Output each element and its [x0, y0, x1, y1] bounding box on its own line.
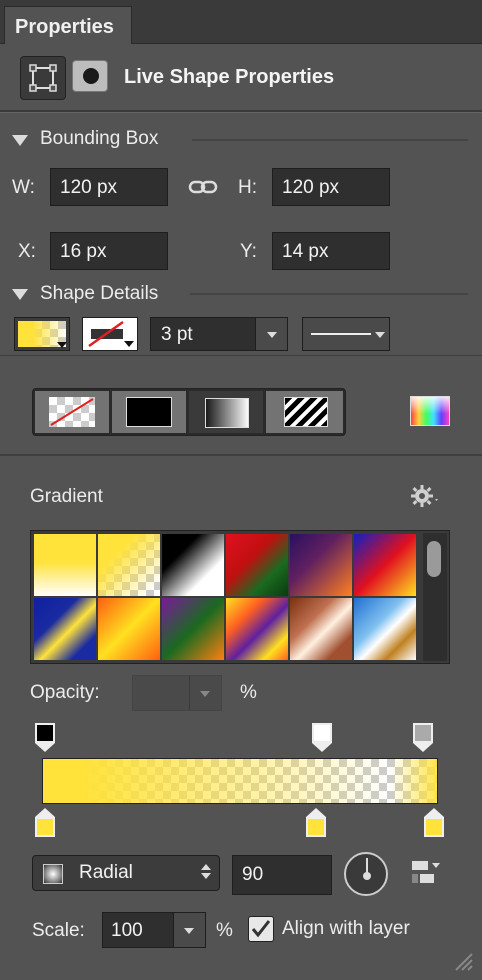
radial-gradient-icon	[43, 864, 63, 884]
tab-active-indicator	[5, 43, 131, 45]
pattern-icon	[284, 397, 328, 427]
bounding-box-heading: Bounding Box	[40, 128, 159, 149]
fill-gradient-button[interactable]	[188, 390, 264, 434]
chevron-down-icon	[124, 341, 134, 347]
gradient-type-value: Radial	[79, 862, 133, 883]
scale-label: Scale:	[32, 920, 85, 941]
gradient-preset[interactable]	[98, 598, 160, 660]
opacity-stop-pointer	[312, 743, 332, 752]
live-shape-title: Live Shape Properties	[124, 66, 335, 88]
y-label: Y:	[240, 241, 257, 262]
opacity-field[interactable]	[132, 675, 222, 711]
color-stop[interactable]	[424, 817, 444, 837]
opacity-stop-pointer	[413, 743, 433, 752]
stroke-swatch-button[interactable]	[82, 317, 138, 351]
gradient-heading: Gradient	[30, 486, 103, 507]
scale-percent-label: %	[216, 920, 233, 941]
scrollbar-thumb[interactable]	[427, 541, 441, 577]
color-stop-pointer	[424, 808, 444, 817]
x-label: X:	[18, 241, 36, 262]
align-checkbox[interactable]	[248, 916, 274, 942]
collapse-triangle-icon[interactable]	[12, 289, 28, 300]
section-rule	[192, 139, 468, 141]
gradient-icon	[205, 398, 249, 428]
link-chain-icon[interactable]	[188, 178, 218, 196]
bounding-box-icon	[29, 64, 57, 92]
percent-label: %	[240, 682, 257, 703]
color-picker-button[interactable]	[410, 396, 450, 426]
spectrum-icon	[411, 397, 449, 425]
gradient-preset[interactable]	[162, 598, 224, 660]
chevron-down-icon	[375, 332, 385, 338]
gradient-preset[interactable]	[34, 534, 96, 596]
divider	[0, 454, 482, 456]
chevron-down-icon	[184, 928, 194, 934]
chevron-down-icon	[57, 342, 67, 348]
stroke-width-dropdown[interactable]: 3 pt	[150, 317, 288, 351]
width-field[interactable]: 120 px	[50, 168, 168, 206]
circle-mask-icon	[83, 68, 99, 84]
width-label: W:	[12, 177, 35, 198]
updown-icon	[201, 864, 211, 879]
gradient-preset[interactable]	[290, 534, 352, 596]
opacity-label: Opacity:	[30, 682, 100, 703]
height-field[interactable]: 120 px	[272, 168, 390, 206]
angle-dial[interactable]	[344, 852, 388, 896]
gradient-presets-grid	[30, 530, 450, 664]
gradient-preset[interactable]	[162, 534, 224, 596]
no-fill-icon	[50, 398, 94, 426]
fill-pattern-button[interactable]	[265, 390, 344, 434]
color-stop[interactable]	[35, 817, 55, 837]
gradient-preset[interactable]	[354, 534, 416, 596]
fill-none-button[interactable]	[34, 390, 110, 434]
height-label: H:	[238, 177, 257, 198]
collapse-triangle-icon[interactable]	[12, 135, 28, 146]
scrollbar[interactable]	[423, 533, 447, 661]
y-field[interactable]: 14 px	[272, 232, 390, 270]
gear-icon[interactable]	[410, 484, 440, 508]
fill-solid-button[interactable]	[111, 390, 187, 434]
gradient-preset[interactable]	[354, 598, 416, 660]
shape-details-heading: Shape Details	[40, 283, 159, 304]
opacity-stop[interactable]	[413, 723, 433, 743]
gradient-ramp[interactable]	[42, 758, 438, 804]
color-stop-pointer	[35, 808, 55, 817]
opacity-stop[interactable]	[35, 723, 55, 743]
reverse-gradient-icon[interactable]	[410, 858, 444, 888]
tab-properties[interactable]: Properties	[4, 6, 132, 44]
transform-mode-button[interactable]	[20, 56, 66, 100]
opacity-stop[interactable]	[312, 723, 332, 743]
solid-color-icon	[126, 397, 172, 427]
resize-grip-icon[interactable]	[452, 950, 474, 972]
checkmark-icon	[251, 920, 271, 938]
stroke-style-dropdown[interactable]	[302, 317, 390, 351]
stroke-width-value: 3 pt	[161, 324, 193, 345]
divider	[0, 355, 482, 356]
chevron-down-icon	[200, 691, 210, 697]
gradient-preset[interactable]	[34, 598, 96, 660]
gradient-preset[interactable]	[226, 534, 288, 596]
color-stop-pointer	[306, 808, 326, 817]
x-field[interactable]: 16 px	[50, 232, 168, 270]
divider	[0, 110, 482, 113]
opacity-stop-pointer	[35, 743, 55, 752]
align-with-layer-label[interactable]: Align with layer	[282, 918, 410, 940]
angle-field[interactable]: 90	[232, 855, 332, 895]
chevron-down-icon	[267, 332, 277, 338]
gradient-preset[interactable]	[98, 534, 160, 596]
scale-field[interactable]: 100	[102, 912, 206, 948]
color-stop[interactable]	[306, 817, 326, 837]
gradient-preset[interactable]	[226, 598, 288, 660]
fill-swatch-button[interactable]	[14, 317, 70, 351]
line-style-icon	[311, 333, 371, 335]
scale-value: 100	[111, 920, 143, 941]
gradient-type-select[interactable]: Radial	[32, 855, 220, 891]
section-rule	[190, 293, 468, 295]
mask-mode-button[interactable]	[72, 60, 108, 92]
gradient-preset[interactable]	[290, 598, 352, 660]
